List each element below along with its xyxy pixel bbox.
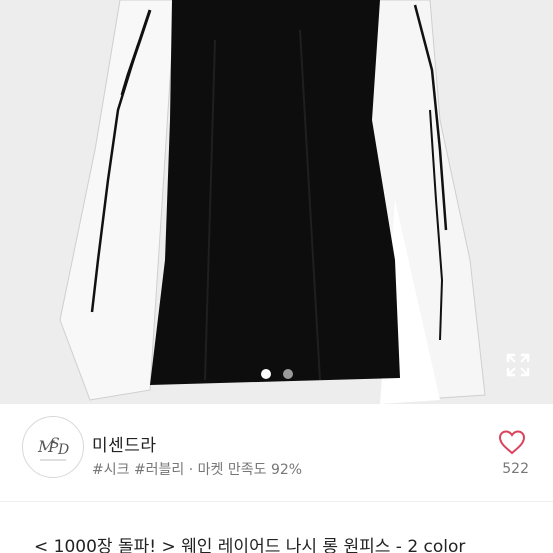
pagination-dot[interactable] [282, 369, 293, 379]
expand-icon[interactable] [505, 352, 531, 378]
heart-outline-icon[interactable] [497, 428, 527, 456]
image-pagination [0, 369, 553, 379]
seller-tags: #시크 #러블리 · 마켓 만족도 92% [92, 462, 303, 478]
like-count: 522 [502, 461, 529, 477]
seller-row[interactable]: M S D 미센드라 #시크 #러블리 · 마켓 만족도 92% 522 [0, 404, 553, 502]
seller-logo-mark: M S D [37, 436, 69, 461]
seller-logo[interactable]: M S D [22, 416, 84, 478]
seller-name[interactable]: 미센드라 [92, 431, 157, 456]
product-title: < 1000장 돌파! > 웨인 레이어드 나시 롱 원피스 - 2 color [34, 537, 466, 553]
dress-photo [0, 0, 553, 404]
svg-text:D: D [57, 442, 69, 458]
product-image[interactable] [0, 0, 553, 404]
pagination-dot-active[interactable] [260, 369, 271, 379]
